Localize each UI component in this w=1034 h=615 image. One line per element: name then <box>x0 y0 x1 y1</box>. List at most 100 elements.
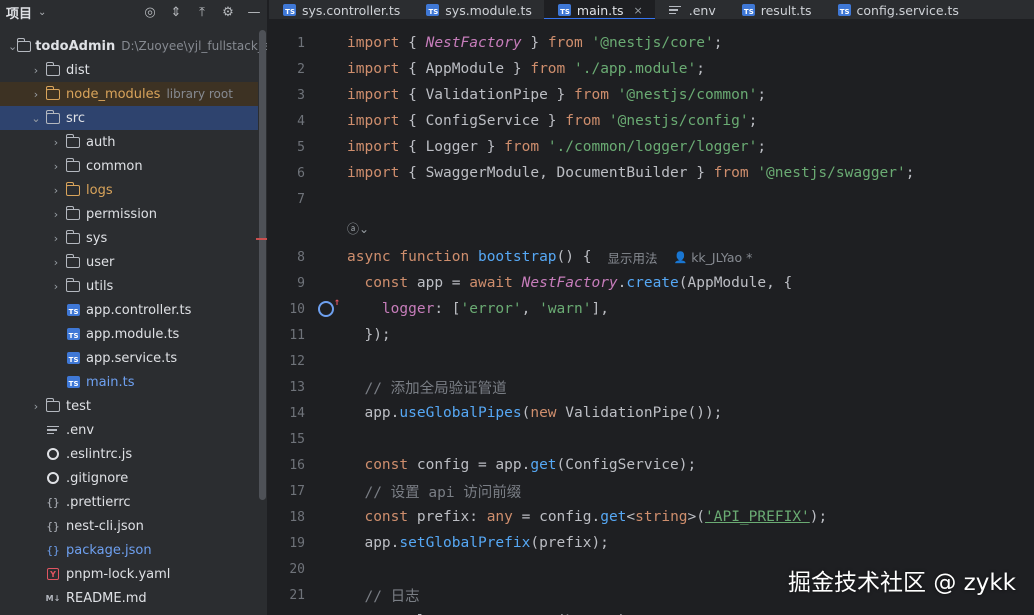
tab-result-ts[interactable]: TS result.ts <box>728 0 824 19</box>
code-line[interactable]: 18 const prefix: any = config.get<string… <box>269 504 1034 530</box>
code-line[interactable]: 3 import { ValidationPipe } from '@nestjs… <box>269 82 1034 108</box>
code-text: const prefix: any = config.get<string>('… <box>347 509 827 525</box>
close-icon[interactable]: × <box>634 4 643 17</box>
tree-item[interactable]: ⌄ todoAdmin D:\Zuoyee\yjl_fullstack_ar <box>0 34 267 58</box>
show-usages-hint[interactable]: 显示用法 <box>607 248 657 267</box>
tree-item[interactable]: Ypnpm-lock.yaml <box>0 562 258 586</box>
tree-item[interactable]: › logs <box>0 178 258 202</box>
code-line[interactable]: 16 const config = app.get(ConfigService)… <box>269 452 1034 478</box>
panel-scrollbar[interactable] <box>259 30 266 500</box>
code-line[interactable]: 11 }); <box>269 322 1034 348</box>
code-line[interactable]: 7 <box>269 186 1034 212</box>
chevron-down-icon[interactable]: ⌄ <box>28 112 44 125</box>
tree-item[interactable]: TS app.controller.ts <box>0 298 258 322</box>
chevron-down-icon[interactable]: ⌄ <box>8 40 17 53</box>
tree-item[interactable]: TS app.service.ts <box>0 346 258 370</box>
tab-sys-module-ts[interactable]: TS sys.module.ts <box>412 0 544 19</box>
code-line[interactable]: 5 import { Logger } from './common/logger… <box>269 134 1034 160</box>
target-icon[interactable]: ◎ <box>137 2 163 22</box>
tab-label: config.service.ts <box>856 2 959 18</box>
code-line[interactable]: 1 import { NestFactory } from '@nestjs/co… <box>269 30 1034 56</box>
folder-icon <box>65 181 80 196</box>
tree-item[interactable]: › auth <box>0 130 258 154</box>
typescript-file-icon: TS <box>66 352 80 364</box>
tree-item[interactable]: {} .prettierrc <box>0 490 258 514</box>
code-line[interactable]: 15 <box>269 426 1034 452</box>
tree-item[interactable]: › permission <box>0 202 258 226</box>
chevron-right-icon[interactable]: › <box>28 64 44 77</box>
folder-icon <box>45 397 60 412</box>
tab--env[interactable]: .env <box>655 0 728 19</box>
tree-item[interactable]: › sys <box>0 226 258 250</box>
code-line[interactable]: 4 import { ConfigService } from '@nestjs/… <box>269 108 1034 134</box>
code-line[interactable]: 10 logger: ['error', 'warn'], <box>269 296 1034 322</box>
tree-item[interactable]: TS app.module.ts <box>0 322 258 346</box>
tree-item[interactable]: TS main.ts <box>0 370 258 394</box>
line-number: 11 <box>289 327 305 343</box>
chevron-right-icon[interactable]: › <box>48 136 64 149</box>
tree-item[interactable]: › node_modules library root <box>0 82 258 106</box>
code-text: app.useGlobalPipes(new ValidationPipe())… <box>347 405 722 421</box>
tab-sys-controller-ts[interactable]: TS sys.controller.ts <box>269 0 412 19</box>
line-number: 14 <box>289 405 305 421</box>
tree-item[interactable]: › user <box>0 250 258 274</box>
run-debug-icon[interactable] <box>318 297 340 317</box>
ai-assistant-icon[interactable]: ⓐ⌄ <box>347 222 369 236</box>
tree-item[interactable]: › common <box>0 154 258 178</box>
code-line[interactable]: 12 <box>269 348 1034 374</box>
line-number: 17 <box>289 483 305 499</box>
panel-title[interactable]: 项目 <box>6 3 32 22</box>
code-line[interactable]: 8 async function bootstrap() {显示用法 👤 kk_JLY… <box>269 244 1034 270</box>
chevron-right-icon[interactable]: › <box>28 88 44 101</box>
gear-icon[interactable]: ⚙ <box>215 2 241 22</box>
code-line[interactable]: ⓐ⌄ <box>269 212 1034 244</box>
line-number: 9 <box>297 275 305 291</box>
chevron-right-icon[interactable]: › <box>48 232 64 245</box>
tab-main-ts[interactable]: TS main.ts × <box>543 0 655 19</box>
chevron-right-icon[interactable]: › <box>48 184 64 197</box>
code-token: // 设置 api 访问前缀 <box>364 484 522 501</box>
gutter[interactable] <box>305 297 347 317</box>
code-author-hint[interactable]: kk_JLYao * <box>691 250 752 265</box>
chevron-right-icon[interactable]: › <box>48 160 64 173</box>
tree-item[interactable]: M↓ README.md <box>0 586 258 610</box>
code-line[interactable]: 13 // 添加全局验证管道 <box>269 374 1034 400</box>
chevron-right-icon[interactable]: › <box>28 400 44 413</box>
tab-config-service-ts[interactable]: TS config.service.ts <box>824 0 971 19</box>
code-editor[interactable]: 1 import { NestFactory } from '@nestjs/co… <box>269 30 1034 615</box>
tree-item[interactable]: ⌄ src <box>0 106 258 130</box>
tree-item[interactable]: .env <box>0 418 258 442</box>
collapse-all-icon[interactable]: ⤒ <box>189 2 215 22</box>
code-token: from <box>504 139 540 155</box>
tree-item[interactable]: › utils <box>0 274 258 298</box>
tree-item[interactable]: › dist <box>0 58 258 82</box>
chevron-right-icon[interactable]: › <box>48 256 64 269</box>
tree-item[interactable]: {} package.json <box>0 538 258 562</box>
code-line[interactable]: 9 const app = await NestFactory.create(A… <box>269 270 1034 296</box>
code-line[interactable]: 19 app.setGlobalPrefix(prefix); <box>269 530 1034 556</box>
tree-item-label: node_modules <box>66 86 161 102</box>
code-line[interactable]: 2 import { AppModule } from './app.module… <box>269 56 1034 82</box>
minimize-icon[interactable]: — <box>241 2 267 22</box>
tab-label: sys.module.ts <box>445 2 532 18</box>
tree-item[interactable]: .eslintrc.js <box>0 442 258 466</box>
tree-item[interactable]: {} nest-cli.json <box>0 514 258 538</box>
chevron-down-icon[interactable]: ⌄ <box>38 7 46 18</box>
tree-item[interactable]: .gitignore <box>0 466 258 490</box>
tree-item-label: src <box>66 110 85 126</box>
code-line[interactable]: 22 const logger = app.get(Logger); <box>269 608 1034 615</box>
tree-item[interactable]: › test <box>0 394 258 418</box>
folder-icon <box>16 37 32 52</box>
expand-collapse-icon[interactable]: ⇕ <box>163 2 189 22</box>
code-token: = config. <box>512 509 601 525</box>
chevron-right-icon[interactable]: › <box>48 280 64 293</box>
chevron-right-icon[interactable]: › <box>48 208 64 221</box>
tree-item-label: pnpm-lock.yaml <box>66 566 171 582</box>
code-token: , <box>521 301 540 317</box>
code-text: import { Logger } from './common/logger/… <box>347 139 766 155</box>
code-line[interactable]: 17 // 设置 api 访问前缀 <box>269 478 1034 504</box>
code-line[interactable]: 14 app.useGlobalPipes(new ValidationPipe… <box>269 400 1034 426</box>
typescript-file-icon: TS <box>837 4 851 16</box>
code-line[interactable]: 6 import { SwaggerModule, DocumentBuilder… <box>269 160 1034 186</box>
